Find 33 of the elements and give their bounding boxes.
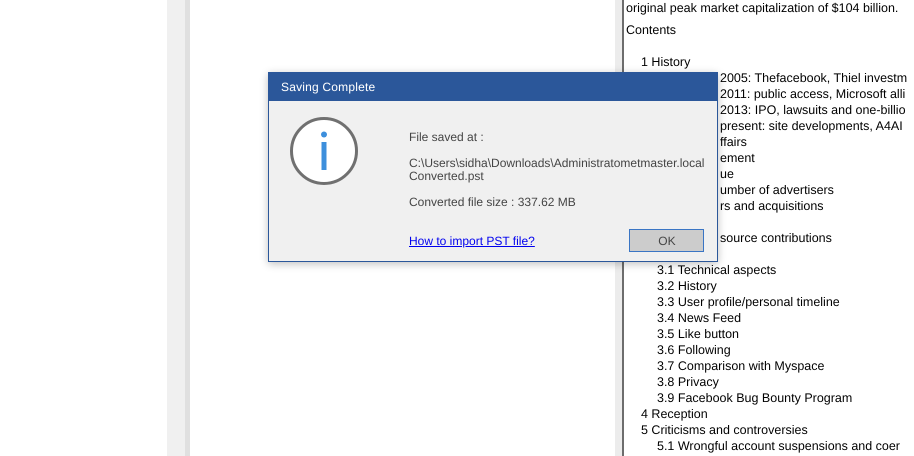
contents-entry: 2005: Thefacebook, Thiel investm	[720, 70, 908, 86]
contents-entry: ement	[720, 150, 755, 166]
intro-text: original peak market capitalization of $104 billion.	[626, 0, 898, 16]
contents-entry: 3.4 News Feed	[657, 310, 742, 326]
contents-entry: 3.2 History	[657, 278, 717, 294]
contents-entry: 3.6 Following	[657, 342, 731, 358]
file-size: Converted file size : 337.62 MB	[409, 196, 577, 209]
contents-entry: 1 History	[641, 54, 690, 70]
info-icon	[290, 117, 358, 185]
contents-entry: 3.1 Technical aspects	[657, 262, 776, 278]
dialog-title: Saving Complete	[281, 80, 376, 94]
contents-heading: Contents	[626, 22, 676, 38]
contents-entry: 3.7 Comparison with Myspace	[657, 358, 824, 374]
help-link[interactable]: How to import PST file?	[409, 234, 535, 248]
contents-entry: 3.9 Facebook Bug Bounty Program	[657, 390, 852, 406]
contents-entry: source contributions	[720, 230, 832, 246]
contents-entry: present: site developments, A4AI	[720, 118, 903, 134]
contents-entry: 3.3 User profile/personal timeline	[657, 294, 840, 310]
contents-entry: 4 Reception	[641, 406, 708, 422]
contents-entry: ffairs	[720, 134, 747, 150]
file-path: C:\Users\sidha\Downloads\Administratometmaster.local	[409, 157, 704, 170]
contents-entry: 3.8 Privacy	[657, 374, 719, 390]
contents-entry: ue	[720, 166, 734, 182]
contents-entry: umber of advertisers	[720, 182, 834, 198]
ok-button[interactable]: OK	[629, 229, 704, 252]
contents-entry: 5 Criticisms and controversies	[641, 422, 808, 438]
contents-entry: 3.5 Like button	[657, 326, 740, 342]
contents-entry: 5.1 Wrongful account suspensions and coer	[657, 438, 900, 454]
saved-label: File saved at :	[409, 131, 485, 144]
contents-entry: 2013: IPO, lawsuits and one-billio	[720, 102, 906, 118]
file-name: Converted.pst	[409, 170, 485, 183]
contents-entry: 2011: public access, Microsoft alli	[720, 86, 906, 102]
contents-entry: rs and acquisitions	[720, 198, 824, 214]
